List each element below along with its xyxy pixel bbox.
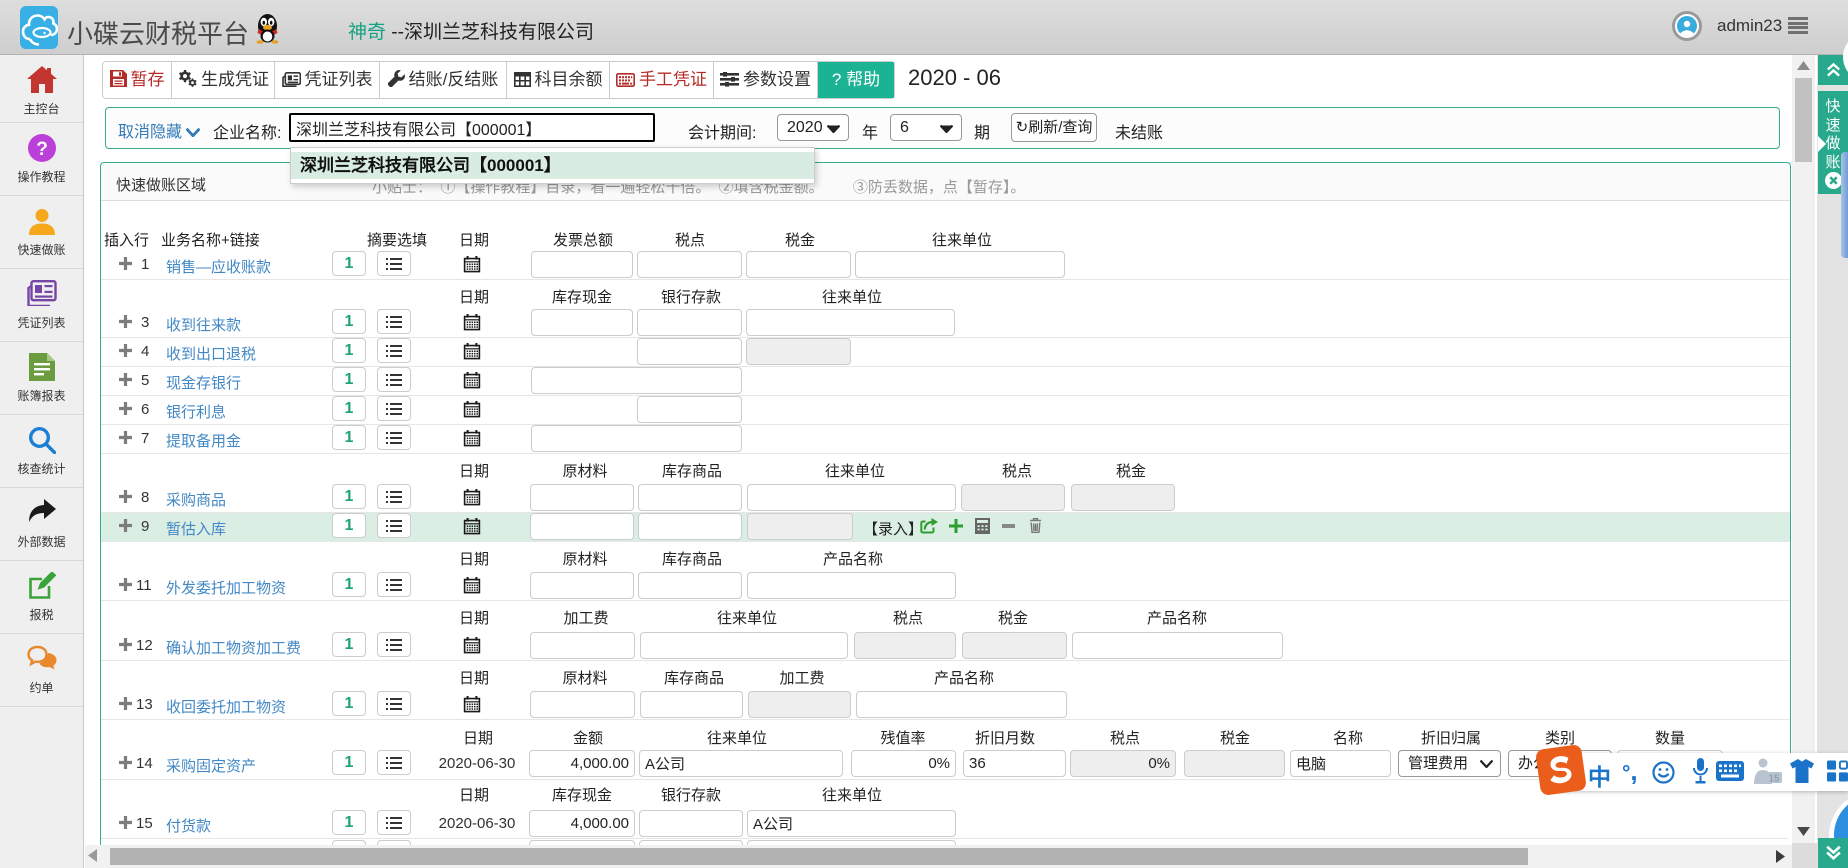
svg-text:?: ? — [36, 139, 48, 160]
svg-text:15: 15 — [1768, 774, 1780, 785]
